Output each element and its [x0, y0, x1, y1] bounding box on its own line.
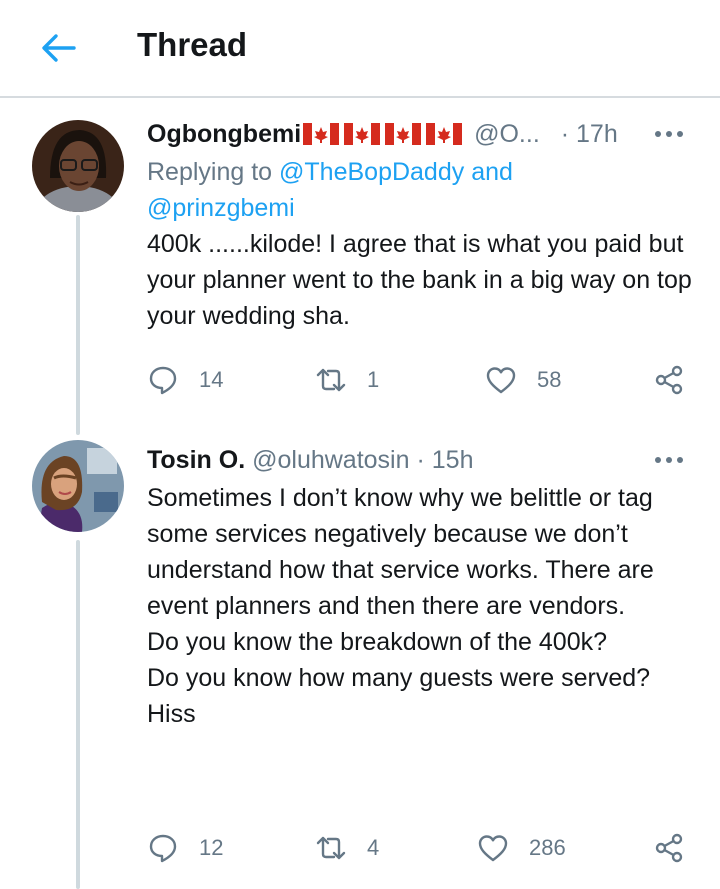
tweet-header: Tosin O. @oluhwatosin · 15h: [147, 440, 700, 480]
canada-flag-icon: [426, 122, 463, 145]
retweet-button[interactable]: 1: [315, 360, 379, 400]
share-button[interactable]: [653, 360, 685, 400]
more-options-icon[interactable]: [652, 114, 686, 154]
tweet-actions: 12 4 286: [147, 828, 690, 868]
tweet[interactable]: Ogbongbemi @O... · 17h Replying to @TheB…: [0, 112, 720, 420]
timestamp[interactable]: 15h: [432, 446, 474, 474]
canada-flag-icon: [385, 122, 422, 145]
heart-icon: [486, 367, 516, 394]
thread-header: Thread: [0, 0, 720, 98]
display-name[interactable]: Tosin O.: [147, 446, 245, 474]
canada-flag-icon: [344, 122, 381, 145]
tweet-content: Tosin O. @oluhwatosin · 15h Sometimes I …: [147, 440, 700, 732]
display-name[interactable]: Ogbongbemi: [147, 120, 301, 148]
page-title: Thread: [137, 26, 248, 63]
like-count: 58: [537, 367, 562, 392]
more-options-icon[interactable]: [652, 440, 686, 480]
avatar[interactable]: [32, 440, 124, 532]
retweet-icon: [316, 368, 346, 392]
user-handle[interactable]: @oluhwatosin: [252, 446, 409, 474]
share-button[interactable]: [653, 828, 685, 868]
tweet-text: 400k ......kilode! I agree that is what …: [147, 230, 692, 330]
flag-emojis: [303, 115, 467, 155]
tweet[interactable]: Tosin O. @oluhwatosin · 15h Sometimes I …: [0, 432, 720, 889]
like-button[interactable]: 286: [477, 828, 566, 868]
share-icon: [655, 833, 683, 863]
like-count: 286: [529, 835, 566, 860]
tweet-text: Sometimes I don’t know why we belittle o…: [147, 484, 654, 728]
arrow-left-icon[interactable]: [38, 28, 78, 68]
mention-link[interactable]: @prinzgbemi: [147, 194, 295, 222]
reply-icon: [149, 834, 177, 863]
avatar[interactable]: [32, 120, 124, 212]
retweet-count: 4: [367, 835, 380, 860]
like-button[interactable]: 58: [485, 360, 561, 400]
reply-count: 14: [199, 367, 224, 392]
reply-icon: [149, 366, 177, 395]
user-handle[interactable]: @O...: [474, 120, 540, 148]
replying-to-and: and: [464, 158, 513, 186]
separator-dot: ·: [416, 446, 425, 474]
separator-dot: ·: [560, 120, 570, 148]
tweet-content: Ogbongbemi @O... · 17h Replying to @TheB…: [147, 114, 700, 334]
timestamp[interactable]: 17h: [576, 120, 618, 148]
reply-button[interactable]: 14: [147, 360, 223, 400]
retweet-button[interactable]: 4: [315, 828, 379, 868]
replying-to-label: Replying to: [147, 158, 280, 186]
mention-link[interactable]: @TheBopDaddy: [279, 158, 464, 186]
share-icon: [655, 365, 683, 395]
retweet-icon: [316, 836, 346, 860]
reply-count: 12: [199, 835, 224, 860]
reply-button[interactable]: 12: [147, 828, 223, 868]
tweet-actions: 14 1 58: [147, 360, 690, 400]
canada-flag-icon: [303, 122, 340, 145]
retweet-count: 1: [367, 367, 380, 392]
replying-to: Replying to @TheBopDaddy and @prinzgbemi: [147, 154, 700, 226]
heart-icon: [478, 835, 508, 862]
tweet-header: Ogbongbemi @O... · 17h: [147, 114, 700, 154]
